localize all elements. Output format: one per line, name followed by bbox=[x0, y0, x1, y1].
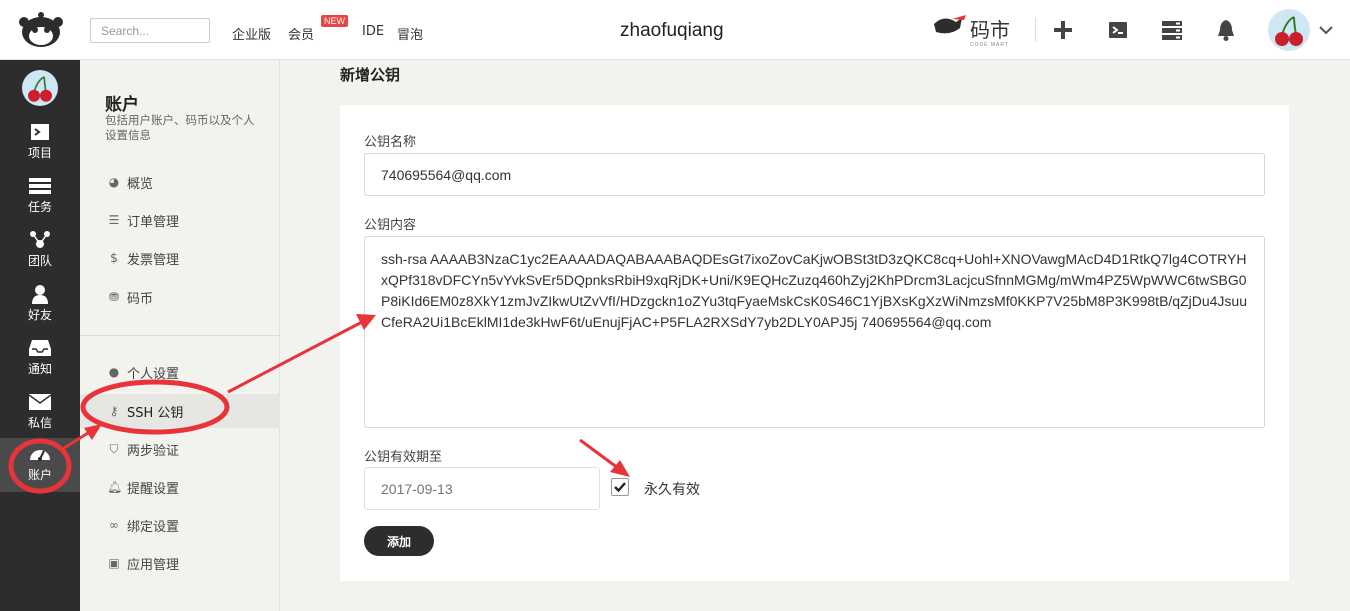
menu-item-label: SSH 公钥 bbox=[127, 405, 184, 421]
user-icon: ● bbox=[108, 365, 120, 379]
project-owner-name: zhaofuqiang bbox=[620, 20, 724, 41]
menu-item-ssh-keys[interactable]: ⚷ SSH 公钥 bbox=[80, 394, 280, 428]
key-icon: ⚷ bbox=[109, 404, 119, 418]
main-sidebar: 项目 任务 团队 好友 通知 私信 账户 bbox=[0, 60, 80, 611]
terminal-icon[interactable] bbox=[1106, 18, 1130, 42]
user-avatar[interactable] bbox=[1268, 9, 1310, 51]
topbar-divider bbox=[1035, 18, 1036, 42]
menu-item-label: 码币 bbox=[127, 291, 154, 307]
team-icon bbox=[30, 231, 50, 248]
menu-item-label: 提醒设置 bbox=[127, 481, 180, 497]
link-icon: ∞ bbox=[109, 518, 119, 532]
menu-item-label: 概览 bbox=[127, 176, 154, 192]
key-content-label: 公钥内容 bbox=[364, 218, 417, 233]
permanent-label[interactable]: 永久有效 bbox=[644, 479, 700, 499]
menu-title: 账户 bbox=[105, 95, 139, 115]
menu-description: 包括用户账户、码币以及个人设置信息 bbox=[105, 113, 255, 142]
menu-item-label: 发票管理 bbox=[127, 252, 180, 268]
list-icon: ☰ bbox=[108, 213, 120, 227]
friend-icon bbox=[32, 285, 48, 304]
menu-item-label: 绑定设置 bbox=[127, 519, 180, 535]
top-bar: 企业版 会员 NEW IDE 冒泡 zhaofuqiang 码市 CODE MA… bbox=[0, 0, 1350, 60]
sidebar-item-label: 项目 bbox=[27, 146, 52, 160]
sidebar-avatar[interactable] bbox=[22, 70, 58, 106]
coins-icon: ⛃ bbox=[108, 290, 120, 304]
menu-item-coins[interactable]: ⛃ 码币 bbox=[80, 280, 280, 314]
dashboard-icon: ◕ bbox=[108, 175, 120, 189]
sidebar-item-messages[interactable]: 私信 bbox=[0, 392, 80, 444]
menu-item-two-factor[interactable]: ⛉ 两步验证 bbox=[80, 432, 280, 466]
sidebar-item-team[interactable]: 团队 bbox=[0, 230, 80, 282]
cherry-avatar-icon bbox=[28, 76, 52, 102]
page-title: 新增公钥 bbox=[340, 66, 401, 84]
menu-item-orders[interactable]: ☰ 订单管理 bbox=[80, 203, 280, 237]
key-expiry-label: 公钥有效期至 bbox=[364, 450, 443, 465]
sidebar-item-label: 私信 bbox=[27, 416, 52, 430]
codemart-logo-icon[interactable]: 码市 CODE MART bbox=[930, 10, 1022, 48]
menu-item-label: 两步验证 bbox=[127, 443, 180, 459]
ssh-key-form: 公钥名称 公钥内容 ssh-rsa AAAAB3NzaC1yc2EAAAADAQ… bbox=[340, 105, 1289, 581]
sidebar-item-label: 任务 bbox=[27, 200, 52, 214]
menu-item-label: 个人设置 bbox=[127, 366, 180, 382]
shield-icon: ⛉ bbox=[109, 441, 119, 456]
sidebar-item-tasks[interactable]: 任务 bbox=[0, 176, 80, 228]
codemart-sub-text: CODE MART bbox=[970, 42, 1009, 48]
coding-logo-icon[interactable] bbox=[18, 12, 64, 48]
bell-icon: 🔔︎ bbox=[107, 480, 123, 494]
checkmark-icon bbox=[614, 482, 626, 493]
sidebar-item-label: 团队 bbox=[27, 254, 52, 268]
task-icon bbox=[29, 178, 51, 194]
menu-item-profile[interactable]: ● 个人设置 bbox=[80, 355, 280, 389]
search-input[interactable] bbox=[90, 18, 210, 43]
nav-bubble[interactable]: 冒泡 bbox=[397, 24, 423, 43]
menu-item-reminders[interactable]: 🔔︎ 提醒设置 bbox=[80, 470, 280, 504]
dashboard-icon bbox=[30, 450, 50, 461]
sidebar-item-friends[interactable]: 好友 bbox=[0, 284, 80, 336]
nav-enterprise[interactable]: 企业版 bbox=[232, 24, 271, 43]
menu-item-overview[interactable]: ◕ 概览 bbox=[80, 165, 280, 199]
inbox-icon bbox=[29, 340, 51, 356]
add-key-button[interactable]: 添加 bbox=[364, 526, 434, 556]
menu-item-apps[interactable]: ▣ 应用管理 bbox=[80, 546, 280, 580]
key-content-textarea[interactable]: ssh-rsa AAAAB3NzaC1yc2EAAAADAQABAAABAQDE… bbox=[364, 236, 1265, 428]
menu-divider bbox=[80, 335, 280, 336]
bell-icon[interactable] bbox=[1214, 18, 1238, 42]
key-expiry-date-input[interactable] bbox=[364, 467, 600, 510]
main-content: 新增公钥 公钥名称 公钥内容 ssh-rsa AAAAB3NzaC1yc2EAA… bbox=[280, 60, 1350, 611]
menu-item-label: 应用管理 bbox=[127, 557, 180, 573]
server-icon[interactable] bbox=[1160, 18, 1184, 42]
dollar-icon: $ bbox=[110, 251, 118, 265]
permanent-checkbox[interactable] bbox=[611, 478, 629, 496]
sidebar-item-notifications[interactable]: 通知 bbox=[0, 338, 80, 390]
account-menu: 账户 包括用户账户、码币以及个人设置信息 ◕ 概览 ☰ 订单管理 $ 发票管理 ⛃ 码币… bbox=[80, 60, 280, 611]
key-name-input[interactable] bbox=[364, 153, 1265, 196]
sidebar-item-label: 好友 bbox=[27, 308, 52, 322]
new-badge: NEW bbox=[321, 15, 348, 27]
menu-item-bindings[interactable]: ∞ 绑定设置 bbox=[80, 508, 280, 542]
nav-ide[interactable]: IDE bbox=[362, 24, 384, 39]
key-name-label: 公钥名称 bbox=[364, 135, 417, 150]
nav-member[interactable]: 会员 bbox=[288, 24, 314, 43]
menu-item-label: 订单管理 bbox=[127, 214, 180, 230]
briefcase-icon: ▣ bbox=[108, 556, 120, 570]
chevron-down-icon[interactable] bbox=[1318, 22, 1334, 38]
codemart-brand-text: 码市 bbox=[970, 18, 1010, 42]
cherry-avatar-icon bbox=[1275, 16, 1303, 46]
sidebar-item-label: 账户 bbox=[27, 468, 52, 482]
project-icon bbox=[31, 124, 49, 140]
plus-icon[interactable] bbox=[1051, 18, 1075, 42]
menu-item-invoices[interactable]: $ 发票管理 bbox=[80, 241, 280, 275]
sidebar-item-projects[interactable]: 项目 bbox=[0, 122, 80, 174]
sidebar-item-account[interactable]: 账户 bbox=[0, 438, 80, 492]
sidebar-item-label: 通知 bbox=[27, 362, 52, 376]
mail-icon bbox=[29, 394, 51, 410]
